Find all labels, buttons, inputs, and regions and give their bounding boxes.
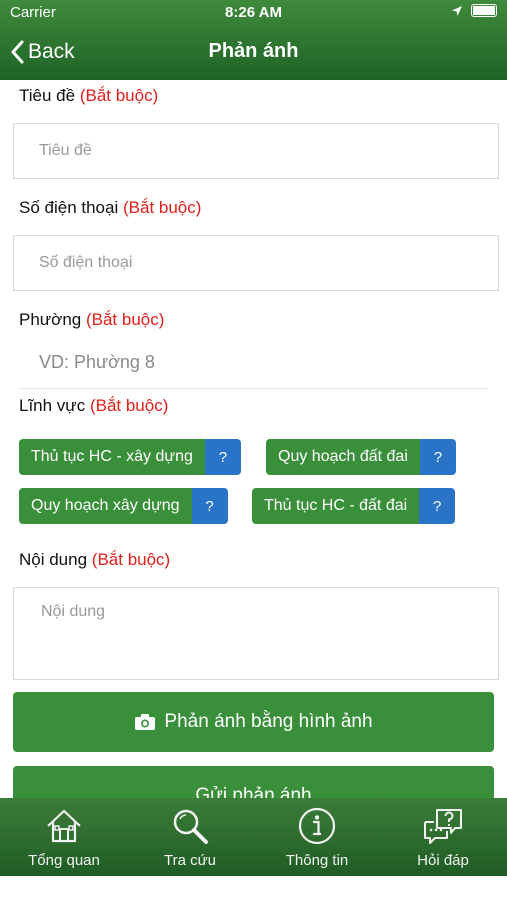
title-label-text: Tiêu đề xyxy=(19,86,76,105)
clock: 8:26 AM xyxy=(225,4,282,21)
navigation-bar: Back Phản ánh xyxy=(0,30,507,74)
help-button[interactable]: ? xyxy=(419,439,456,475)
tab-label: Thông tin xyxy=(285,852,349,869)
home-indicator-area xyxy=(0,876,507,900)
chat-question-icon xyxy=(424,809,462,844)
tab-qa[interactable]: Hỏi đáp xyxy=(380,798,506,876)
camera-icon xyxy=(135,714,156,730)
chip-label: Quy hoạch xây dựng xyxy=(19,488,192,524)
help-button[interactable]: ? xyxy=(191,488,228,524)
ward-divider xyxy=(19,388,488,389)
status-bar: Carrier 8:26 AM xyxy=(10,4,497,24)
required-marker: (Bắt buộc) xyxy=(89,396,169,415)
chip-label: Quy hoạch đất đai xyxy=(266,439,420,475)
content-placeholder: Nội dung xyxy=(41,603,106,620)
location-arrow-icon xyxy=(452,5,462,16)
house-icon xyxy=(47,809,81,843)
field-label: Lĩnh vực (Bắt buộc) xyxy=(19,396,168,416)
chip-label: Thủ tục HC - đất đai xyxy=(252,488,420,524)
phone-input[interactable]: Số điện thoại xyxy=(13,235,499,291)
field-chip-land-planning[interactable]: Quy hoạch đất đai ? xyxy=(266,439,456,475)
title-input[interactable]: Tiêu đề xyxy=(13,123,499,179)
content-textarea[interactable]: Nội dung xyxy=(13,587,499,680)
top-bar: Carrier 8:26 AM Back Phản ánh xyxy=(0,0,507,80)
tab-label: Hỏi đáp xyxy=(417,852,469,869)
tab-overview[interactable]: Tổng quan xyxy=(1,798,127,876)
title-label: Tiêu đề (Bắt buộc) xyxy=(19,86,158,106)
tab-lookup[interactable]: Tra cứu xyxy=(127,798,253,876)
field-label-text: Lĩnh vực xyxy=(19,396,86,415)
field-chip-land-procedure[interactable]: Thủ tục HC - đất đai ? xyxy=(252,488,456,524)
required-marker: (Bắt buộc) xyxy=(85,310,165,329)
battery-icon xyxy=(471,4,497,17)
tab-label: Tra cứu xyxy=(164,852,216,869)
required-marker: (Bắt buộc) xyxy=(91,550,171,569)
photo-report-label: Phản ánh bằng hình ảnh xyxy=(164,711,373,732)
phone-placeholder: Số điện thoại xyxy=(39,254,133,271)
submit-button[interactable]: Gửi phản ánh xyxy=(13,766,494,798)
required-marker: (Bắt buộc) xyxy=(122,198,202,217)
ward-label: Phường (Bắt buộc) xyxy=(19,310,164,330)
help-button[interactable]: ? xyxy=(204,439,241,475)
form-content[interactable]: Tiêu đề (Bắt buộc) Tiêu đề Số điện thoại… xyxy=(0,80,507,798)
content-label: Nội dung (Bắt buộc) xyxy=(19,550,170,570)
status-icons xyxy=(451,4,497,17)
magnifier-icon xyxy=(173,809,208,844)
info-icon xyxy=(298,807,336,845)
field-chip-construction-planning[interactable]: Quy hoạch xây dựng ? xyxy=(19,488,228,524)
page-title: Phản ánh xyxy=(208,40,299,62)
required-marker: (Bắt buộc) xyxy=(79,86,159,105)
submit-label: Gửi phản ánh xyxy=(195,785,312,798)
photo-report-button[interactable]: Phản ánh bằng hình ảnh xyxy=(13,692,494,752)
title-placeholder: Tiêu đề xyxy=(39,142,92,159)
content-label-text: Nội dung xyxy=(19,550,88,569)
phone-label-text: Số điện thoại xyxy=(19,198,119,217)
field-chip-construction-procedure[interactable]: Thủ tục HC - xây dựng ? xyxy=(19,439,241,475)
ward-input[interactable]: VD: Phường 8 xyxy=(39,352,155,373)
ward-label-text: Phường xyxy=(19,310,82,329)
tab-information[interactable]: Thông tin xyxy=(254,798,380,876)
tab-label: Tổng quan xyxy=(28,852,100,869)
help-button[interactable]: ? xyxy=(419,488,456,524)
tab-bar: Tổng quan Tra cứu Thông tin Hỏi đáp xyxy=(0,798,507,876)
chip-label: Thủ tục HC - xây dựng xyxy=(19,439,205,475)
phone-label: Số điện thoại (Bắt buộc) xyxy=(19,198,201,218)
